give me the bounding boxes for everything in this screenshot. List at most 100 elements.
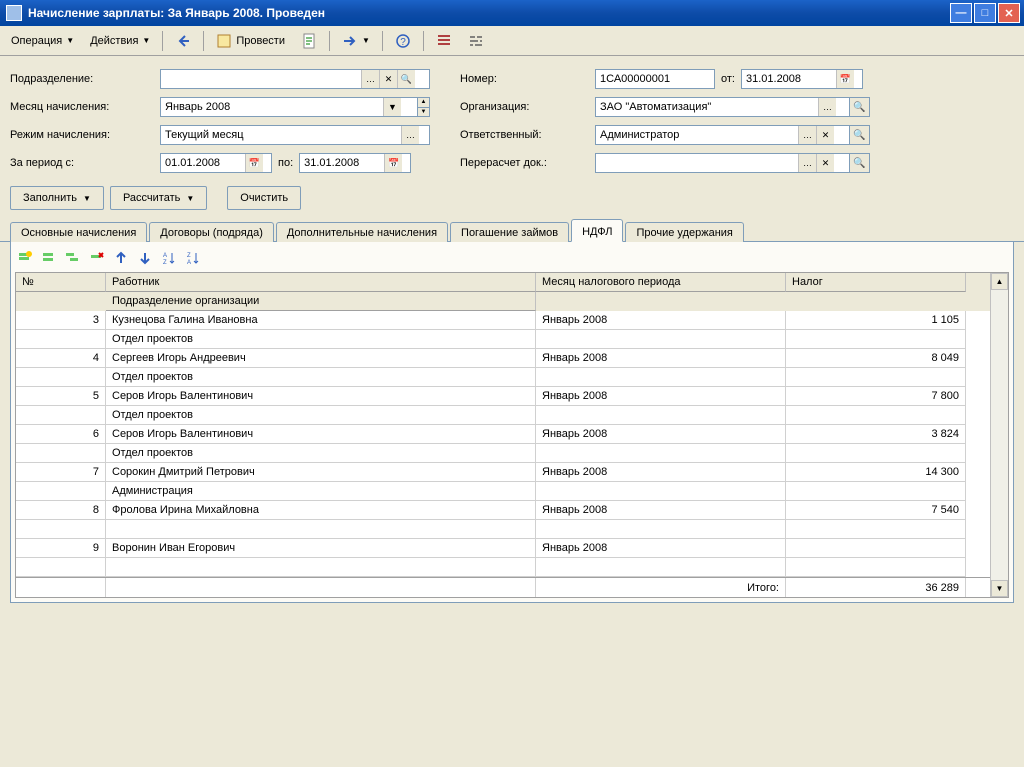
header-tax[interactable]: Налог xyxy=(786,273,966,292)
separator xyxy=(203,31,204,51)
clear-button[interactable]: ✕ xyxy=(816,154,834,172)
ellipsis-button[interactable]: … xyxy=(798,126,816,144)
svg-text:Z: Z xyxy=(187,253,191,259)
calendar-button[interactable]: 📅 xyxy=(245,154,263,172)
subdivision-input[interactable] xyxy=(161,70,361,88)
period-to-input[interactable] xyxy=(300,154,384,172)
sort-desc-icon: ZA xyxy=(185,250,201,266)
table-row[interactable]: 6Серов Игорь ВалентиновичЯнварь 20083 82… xyxy=(16,425,990,444)
adjust-icon xyxy=(468,33,484,49)
move-up-button[interactable] xyxy=(111,248,131,268)
clear-button[interactable]: Очистить xyxy=(227,186,301,210)
maximize-button[interactable]: □ xyxy=(974,3,996,23)
header-worker[interactable]: Работник xyxy=(106,273,536,292)
minimize-button[interactable]: — xyxy=(950,3,972,23)
period-from-group: 📅 xyxy=(160,153,272,173)
tabs-bar: Основные начисления Договоры (подряда) Д… xyxy=(0,218,1024,242)
table-row-sub[interactable]: Администрация xyxy=(16,482,990,501)
lookup-button[interactable]: 🔍 xyxy=(397,70,415,88)
help-button[interactable]: ? xyxy=(388,30,418,52)
fill-button[interactable]: Заполнить ▼ xyxy=(10,186,104,210)
cell-empty xyxy=(786,482,966,501)
table-row-sub[interactable]: Отдел проектов xyxy=(16,444,990,463)
ellipsis-button[interactable]: … xyxy=(401,126,419,144)
clear-button[interactable]: ✕ xyxy=(379,70,397,88)
sort-asc-button[interactable]: AZ xyxy=(159,248,179,268)
arrow-up-icon xyxy=(113,250,129,266)
mode-input-group: … xyxy=(160,125,430,145)
ellipsis-button[interactable]: … xyxy=(818,98,836,116)
table-row[interactable]: 8Фролова Ирина МихайловнаЯнварь 20087 54… xyxy=(16,501,990,520)
tab-contracts[interactable]: Договоры (подряда) xyxy=(149,222,274,242)
tab-loans[interactable]: Погашение займов xyxy=(450,222,569,242)
grid-header: № Работник Месяц налогового периода Нало… xyxy=(16,273,990,311)
actions-menu[interactable]: Действия ▼ xyxy=(83,30,157,52)
tab-panel: AZ ZA № Работник Месяц налогового период… xyxy=(10,242,1014,603)
data-grid: № Работник Месяц налогового периода Нало… xyxy=(15,272,1009,598)
dropdown-button[interactable]: ▼ xyxy=(383,98,401,116)
magnifier-icon: 🔍 xyxy=(853,130,865,141)
calculate-button[interactable]: Рассчитать ▼ xyxy=(110,186,207,210)
calculate-label: Рассчитать xyxy=(123,192,180,204)
cell-empty xyxy=(16,406,106,425)
responsible-input[interactable] xyxy=(596,126,798,144)
clear-button[interactable]: ✕ xyxy=(816,126,834,144)
table-row-sub[interactable] xyxy=(16,520,990,539)
table-row-sub[interactable]: Отдел проектов xyxy=(16,330,990,349)
move-down-button[interactable] xyxy=(135,248,155,268)
tab-main-accruals[interactable]: Основные начисления xyxy=(10,222,147,242)
table-row[interactable]: 5Серов Игорь ВалентиновичЯнварь 20087 80… xyxy=(16,387,990,406)
header-month[interactable]: Месяц налогового периода xyxy=(536,273,786,292)
table-row-sub[interactable]: Отдел проектов xyxy=(16,368,990,387)
add-row-button[interactable] xyxy=(15,248,35,268)
mode-input[interactable] xyxy=(161,126,401,144)
delete-row-button[interactable] xyxy=(87,248,107,268)
close-button[interactable]: ✕ xyxy=(998,3,1020,23)
table-row[interactable]: 3Кузнецова Галина ИвановнаЯнварь 20081 1… xyxy=(16,311,990,330)
go-button[interactable]: ▼ xyxy=(335,30,377,52)
header-num[interactable]: № xyxy=(16,273,106,292)
lookup-button[interactable]: 🔍 xyxy=(850,153,870,173)
tab-additional[interactable]: Дополнительные начисления xyxy=(276,222,448,242)
cell-empty xyxy=(786,330,966,349)
cell-num: 5 xyxy=(16,387,106,406)
lookup-button[interactable]: 🔍 xyxy=(850,125,870,145)
org-input[interactable] xyxy=(596,98,818,116)
table-row-sub[interactable]: Отдел проектов xyxy=(16,406,990,425)
header-sub[interactable]: Подразделение организации xyxy=(106,292,536,311)
table-row[interactable]: 4Сергеев Игорь АндреевичЯнварь 20088 049 xyxy=(16,349,990,368)
sort-desc-button[interactable]: ZA xyxy=(183,248,203,268)
table-row[interactable]: 9Воронин Иван ЕгоровичЯнварь 2008 xyxy=(16,539,990,558)
cell-sub: Отдел проектов xyxy=(106,406,536,425)
vertical-scrollbar[interactable]: ▲ ▼ xyxy=(990,273,1008,597)
lookup-button[interactable]: 🔍 xyxy=(850,97,870,117)
month-spinner[interactable]: ▲▼ xyxy=(418,97,430,117)
tab-ndfl[interactable]: НДФЛ xyxy=(571,219,623,242)
tab-other-deductions[interactable]: Прочие удержания xyxy=(625,222,743,242)
number-input[interactable] xyxy=(596,70,708,88)
report-button[interactable] xyxy=(294,30,324,52)
cell-tax: 3 824 xyxy=(786,425,966,444)
grid-footer: Итого: 36 289 xyxy=(16,577,990,597)
copy-row-button[interactable] xyxy=(63,248,83,268)
period-from-input[interactable] xyxy=(161,154,245,172)
insert-row-button[interactable] xyxy=(39,248,59,268)
month-input[interactable] xyxy=(161,98,383,116)
calendar-button[interactable]: 📅 xyxy=(384,154,402,172)
execute-button[interactable]: Провести xyxy=(209,30,292,52)
ellipsis-button[interactable]: … xyxy=(798,154,816,172)
date-input[interactable] xyxy=(742,70,836,88)
calendar-button[interactable]: 📅 xyxy=(836,70,854,88)
recalc-input[interactable] xyxy=(596,154,798,172)
operation-menu[interactable]: Операция ▼ xyxy=(4,30,81,52)
table-row[interactable]: 7Сорокин Дмитрий ПетровичЯнварь 200814 3… xyxy=(16,463,990,482)
back-arrow-button[interactable] xyxy=(168,30,198,52)
table-row-sub[interactable] xyxy=(16,558,990,577)
ellipsis-button[interactable]: … xyxy=(361,70,379,88)
settings-button[interactable] xyxy=(461,30,491,52)
list-button[interactable] xyxy=(429,30,459,52)
cell-empty xyxy=(536,444,786,463)
cell-month: Январь 2008 xyxy=(536,539,786,558)
rows-icon xyxy=(41,250,57,266)
magnifier-icon: 🔍 xyxy=(853,102,865,113)
